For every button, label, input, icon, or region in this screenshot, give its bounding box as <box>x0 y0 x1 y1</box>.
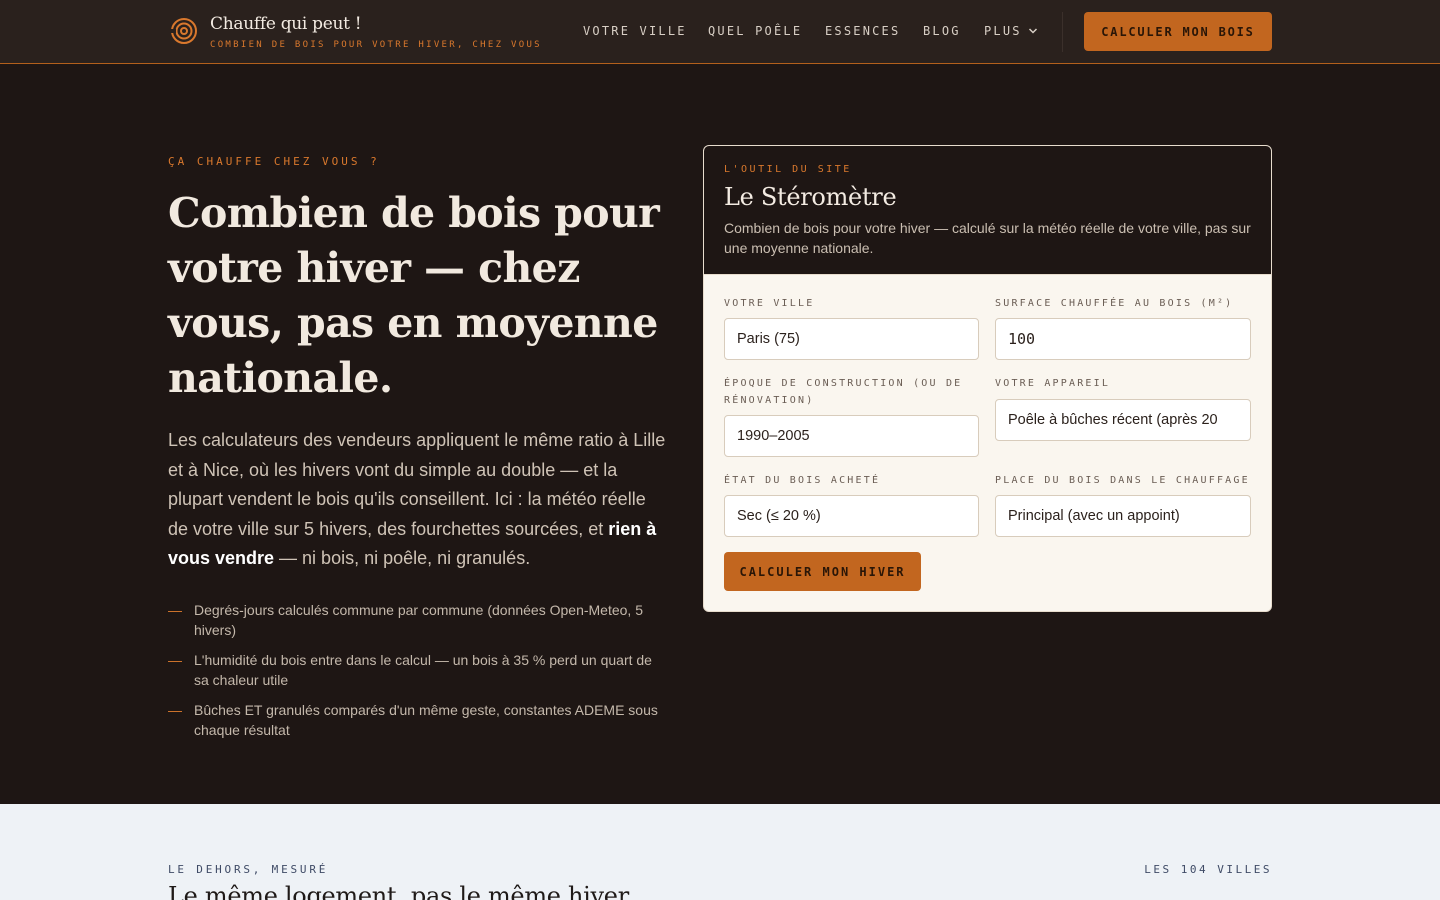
card-description: Combien de bois pour votre hiver — calcu… <box>724 220 1251 256</box>
card-title: Le Stéromètre <box>724 183 897 211</box>
hero-paragraph: Les calculateurs des vendeurs appliquent… <box>168 426 668 574</box>
site-header: Chauffe qui peut ! COMBIEN DE BOIS POUR … <box>0 0 1440 64</box>
hero-bullet-text: Degrés-jours calculés commune par commun… <box>194 602 643 638</box>
cities-link[interactable]: LES 104 VILLES <box>1144 863 1272 876</box>
nav-essences[interactable]: ESSENCES <box>825 24 900 38</box>
dash-icon: — <box>168 602 182 618</box>
wood-role-label: PLACE DU BOIS DANS LE CHAUFFAGE <box>995 475 1250 486</box>
nav-divider <box>1062 12 1063 52</box>
chevron-down-icon <box>1028 28 1037 34</box>
epoch-label: ÉPOQUE DE CONSTRUCTION (OU DE RÉNOVATION… <box>724 378 963 406</box>
section-eyebrow: LE DEHORS, MESURÉ <box>168 863 329 876</box>
nav-plus[interactable]: PLUS <box>984 24 1038 38</box>
hero-bullet-text: Bûches ET granulés comparés d'un même ge… <box>194 702 658 738</box>
nav-quel-poele[interactable]: QUEL POÊLE <box>708 24 802 38</box>
dash-icon: — <box>168 652 182 668</box>
hero-text-after: — ni bois, ni poêle, ni granulés. <box>274 548 531 568</box>
nav-plus-label: PLUS <box>984 24 1022 38</box>
wood-state-select[interactable]: Sec (≤ 20 %) <box>724 495 979 537</box>
hero-bullet-text: L'humidité du bois entre dans le calcul … <box>194 652 652 688</box>
surface-field[interactable]: 100 <box>995 318 1251 360</box>
surface-label: SURFACE CHAUFFÉE AU BOIS (M²) <box>995 298 1234 309</box>
hero-eyebrow: ÇA CHAUFFE CHEZ VOUS ? <box>168 155 380 168</box>
section-title: Le même logement, pas le même hiver <box>168 882 629 900</box>
hero-bullet: — Degrés-jours calculés commune par commu… <box>168 600 668 640</box>
calculate-winter-button[interactable]: CALCULER MON HIVER <box>724 552 921 591</box>
hero-text-before: Les calculateurs des vendeurs appliquent… <box>168 430 666 539</box>
outside-section: LE DEHORS, MESURÉ LES 104 VILLES Le même… <box>0 804 1440 900</box>
brand-title[interactable]: Chauffe qui peut ! <box>210 14 362 34</box>
wood-role-select[interactable]: Principal (avec un appoint) <box>995 495 1251 537</box>
device-select[interactable]: Poêle à bûches récent (après 20 <box>995 399 1251 441</box>
city-label: VOTRE VILLE <box>724 298 815 309</box>
device-label: VOTRE APPAREIL <box>995 378 1111 389</box>
nav-blog[interactable]: BLOG <box>923 24 961 38</box>
wood-state-label: ÉTAT DU BOIS ACHETÉ <box>724 475 881 486</box>
calculate-wood-button[interactable]: CALCULER MON BOIS <box>1084 12 1272 51</box>
dash-icon: — <box>168 702 182 718</box>
brand-subtitle: COMBIEN DE BOIS POUR VOTRE HIVER, CHEZ V… <box>210 40 542 50</box>
card-header: L'OUTIL DU SITE Le Stéromètre Combien de… <box>704 146 1271 275</box>
hero-title: Combien de bois pour votre hiver — chez … <box>168 189 660 402</box>
sterometre-card: L'OUTIL DU SITE Le Stéromètre Combien de… <box>703 145 1272 612</box>
hero-bullet: — Bûches ET granulés comparés d'un même g… <box>168 700 668 740</box>
spiral-logo-icon[interactable] <box>170 17 198 45</box>
nav-votre-ville[interactable]: VOTRE VILLE <box>583 24 687 38</box>
hero-bullet: — L'humidité du bois entre dans le calcul… <box>168 650 668 690</box>
epoch-select[interactable]: 1990–2005 <box>724 415 979 457</box>
city-field[interactable]: Paris (75) <box>724 318 979 360</box>
hero-bullet-list: — Degrés-jours calculés commune par commu… <box>168 600 668 750</box>
card-eyebrow: L'OUTIL DU SITE <box>724 164 852 175</box>
